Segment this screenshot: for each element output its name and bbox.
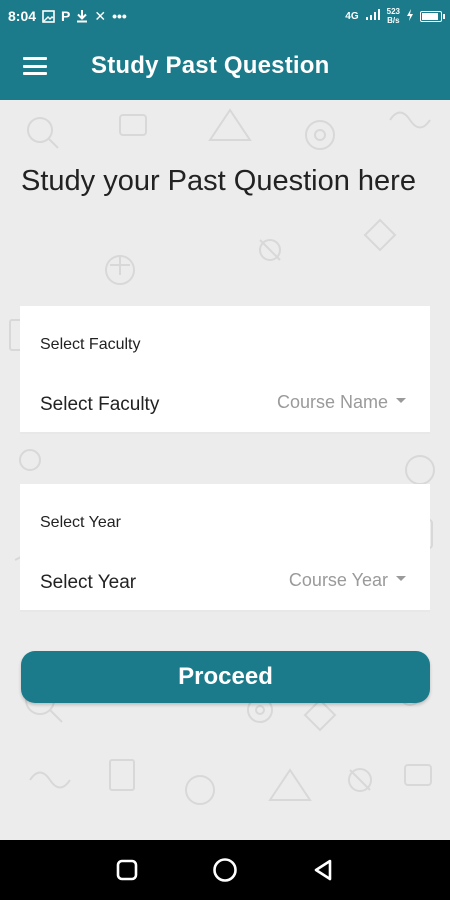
faculty-dropdown[interactable]: Course Name [277,392,406,413]
hamburger-menu-icon [23,57,47,75]
faculty-dropdown-value: Course Name [276,392,388,412]
p-icon: P [61,8,71,24]
faculty-label: Select Faculty [40,394,160,415]
signal-icon [365,8,381,24]
app-title: Study Past Question [91,52,330,79]
x-icon: ✕ [94,7,107,24]
background-doodle-pattern [9,108,435,805]
screen: 8:04 P ✕ ••• 4G 523 B/s Study Past Quest… [0,0,450,900]
year-dropdown[interactable]: Course Year [289,570,406,591]
faculty-card: Select Faculty Select Faculty Course Nam… [20,306,430,434]
year-dropdown-value: Course Year [288,570,388,590]
battery-icon [420,10,445,22]
photo-icon [42,8,55,24]
faculty-small-label: Select Faculty [40,336,141,353]
faculty-underline [20,432,430,434]
year-small-label: Select Year [40,514,121,531]
recents-square-icon [116,859,138,881]
page-heading: Study your Past Question here [21,165,416,197]
year-underline [20,610,430,612]
app-bar: Study Past Question [0,32,450,100]
back-triangle-icon [314,859,332,881]
dropdown-arrow-icon [396,576,406,581]
charging-icon [406,8,414,24]
network-label: 4G [345,10,359,22]
menu-button[interactable] [0,32,70,100]
download-icon [76,8,88,24]
year-label: Select Year [40,572,137,593]
status-left: 8:04 P ✕ ••• [8,7,127,25]
year-card: Select Year Select Year Course Year [20,484,430,612]
recents-button[interactable] [107,850,147,890]
speed-indicator: 523 B/s [387,7,400,25]
status-time: 8:04 [8,8,37,24]
proceed-button[interactable]: Proceed [21,651,430,703]
speed-value: 523 [386,7,400,16]
dropdown-arrow-icon [396,398,406,403]
home-circle-icon [213,858,237,882]
home-button[interactable] [205,850,245,890]
status-right: 4G 523 B/s [345,7,445,25]
status-bar: 8:04 P ✕ ••• 4G 523 B/s [0,0,450,32]
more-dots-icon: ••• [112,8,127,24]
speed-unit: B/s [387,16,400,25]
main-content: Study your Past Question here Select Fac… [0,100,450,840]
back-button[interactable] [303,850,343,890]
system-nav-bar [0,840,450,900]
